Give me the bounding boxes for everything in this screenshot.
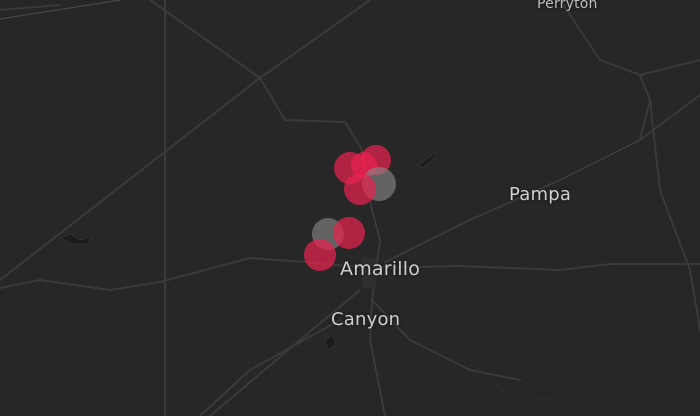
place-label-amarillo: Amarillo	[340, 258, 421, 280]
map-marker-red[interactable]	[333, 217, 365, 249]
map-marker-red[interactable]	[344, 173, 376, 205]
highway-road	[149, 0, 363, 151]
highway-road	[199, 319, 341, 416]
highway-road	[649, 99, 700, 331]
water-feature	[324, 334, 337, 351]
place-label-canyon: Canyon	[331, 309, 401, 330]
highway-road	[639, 59, 700, 76]
map-canvas[interactable]: Perryton Pampa Amarillo Canyon	[0, 0, 700, 416]
water-feature	[417, 151, 437, 169]
highway-road	[559, 0, 651, 141]
highway-road	[0, 4, 61, 11]
water-feature	[59, 233, 93, 245]
marker-group[interactable]	[304, 145, 396, 271]
place-label-perryton: Perryton	[537, 0, 598, 12]
map-marker-red[interactable]	[304, 239, 336, 271]
map-base-layer	[0, 0, 700, 416]
place-label-pampa: Pampa	[509, 184, 572, 205]
